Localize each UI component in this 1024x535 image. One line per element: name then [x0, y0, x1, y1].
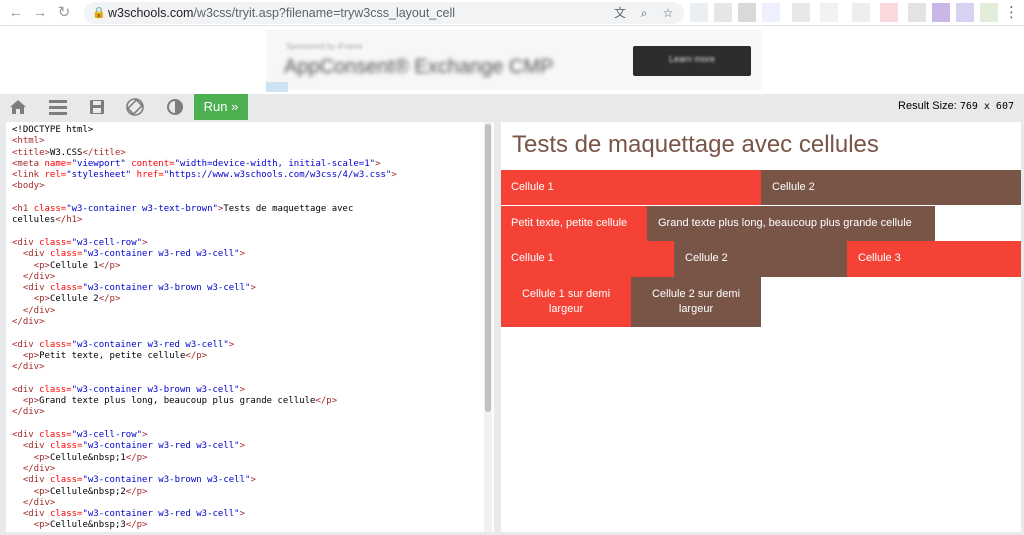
result-pane: Tests de maquettage avec cellules Cellul…: [501, 122, 1021, 532]
extension-icon[interactable]: [690, 3, 708, 22]
code-line[interactable]: </div>: [12, 464, 397, 475]
code-line[interactable]: </div>: [12, 362, 397, 373]
extension-icon[interactable]: [932, 3, 950, 22]
code-line[interactable]: <title>W3.CSS</title>: [12, 148, 397, 159]
code-line[interactable]: <div class="w3-container w3-brown w3-cel…: [12, 385, 397, 396]
extension-icon[interactable]: [908, 3, 926, 22]
extension-icon[interactable]: [714, 3, 732, 22]
ad-line-1: Sponsored by iFrame: [286, 42, 363, 51]
extension-icon[interactable]: [762, 3, 780, 22]
url-text: w3schools.com/w3css/tryit.asp?filename=t…: [108, 6, 456, 20]
large-cell: Grand texte plus long, beaucoup plus gra…: [647, 206, 935, 241]
tryit-toolbar: [0, 94, 1024, 120]
code-line[interactable]: <p>Cellule&nbsp;2</p>: [12, 487, 397, 498]
extension-icon[interactable]: [820, 3, 838, 22]
code-line[interactable]: cellules</h1>: [12, 215, 397, 226]
code-line[interactable]: <body>: [12, 181, 397, 192]
rotate-icon[interactable]: [124, 96, 146, 118]
extension-icon[interactable]: [880, 3, 898, 22]
zoom-icon[interactable]: ⌕: [636, 5, 652, 21]
extension-icon[interactable]: [738, 3, 756, 22]
back-icon[interactable]: ←: [6, 3, 26, 23]
code-line[interactable]: <p>Petit texte, petite cellule</p>: [12, 351, 397, 362]
code-line[interactable]: ​: [12, 419, 397, 430]
code-line[interactable]: <div class="w3-container w3-red w3-cell"…: [12, 340, 397, 351]
code-line[interactable]: <div class="w3-container w3-red w3-cell"…: [12, 509, 397, 520]
small-cell: Petit texte, petite cellule: [501, 206, 647, 241]
cell-row2-cell1: Cellule 1: [501, 241, 674, 277]
result-size: Result Size: 769 x 607: [898, 100, 1014, 112]
code-line[interactable]: <p>Cellule&nbsp;3</p>: [12, 520, 397, 531]
code-line[interactable]: </div>: [12, 306, 397, 317]
address-bar[interactable]: 🔒 w3schools.com/w3css/tryit.asp?filename…: [84, 2, 684, 24]
menu-icon[interactable]: [47, 96, 69, 118]
lock-icon: 🔒: [92, 7, 106, 19]
ad-banner[interactable]: Sponsored by iFrame AppConsent® Exchange…: [266, 30, 762, 90]
bookmark-star-icon[interactable]: ☆: [660, 5, 676, 21]
code-line[interactable]: <div class="w3-container w3-red w3-cell"…: [12, 441, 397, 452]
extension-icon[interactable]: [956, 3, 974, 22]
code-line[interactable]: ​: [12, 328, 397, 339]
half-cell-2: Cellule 2 sur demi largeur: [631, 277, 761, 327]
reload-icon[interactable]: ↻: [54, 3, 74, 23]
code-line[interactable]: <meta name="viewport" content="width=dev…: [12, 159, 397, 170]
forward-icon[interactable]: →: [30, 3, 50, 23]
code-line[interactable]: <h1 class="w3-container w3-text-brown">T…: [12, 204, 397, 215]
code-text[interactable]: <!DOCTYPE html> <html> <title>W3.CSS</titl…: [12, 125, 397, 532]
editor-scrollbar-thumb[interactable]: [485, 124, 491, 412]
code-line[interactable]: <p>Cellule&nbsp;1</p>: [12, 453, 397, 464]
code-line[interactable]: ​: [12, 374, 397, 385]
extension-icon[interactable]: [852, 3, 870, 22]
code-line[interactable]: <div class="w3-cell-row">: [12, 238, 397, 249]
cell-row1-cell1: Cellule 1: [501, 170, 761, 205]
code-line[interactable]: <html>: [12, 136, 397, 147]
code-line[interactable]: </div>: [12, 498, 397, 509]
code-line[interactable]: <p>Grand texte plus long, beaucoup plus …: [12, 396, 397, 407]
code-line[interactable]: </div>: [12, 407, 397, 418]
code-line[interactable]: <div class="w3-cell-row">: [12, 430, 397, 441]
run-button[interactable]: Run »: [194, 94, 248, 120]
cell-row2-cell2: Cellule 2: [674, 241, 847, 277]
home-icon[interactable]: [7, 96, 29, 118]
code-line[interactable]: <div class="w3-container w3-brown w3-cel…: [12, 283, 397, 294]
cell-row2-cell3: Cellule 3: [847, 241, 1021, 277]
cell-row1-cell2: Cellule 2: [761, 170, 1021, 205]
result-title: Tests de maquettage avec cellules: [512, 131, 879, 158]
ad-line-2: AppConsent® Exchange CMP: [284, 56, 554, 78]
code-line[interactable]: <div class="w3-container w3-brown w3-cel…: [12, 475, 397, 486]
ad-button[interactable]: Learn more: [633, 46, 751, 76]
code-editor[interactable]: <!DOCTYPE html> <html> <title>W3.CSS</titl…: [6, 122, 494, 532]
ad-choices-icon[interactable]: [266, 82, 288, 92]
translate-icon[interactable]: 文: [612, 5, 628, 21]
browser-toolbar: ← → ↻ 🔒 w3schools.com/w3css/tryit.asp?fi…: [0, 0, 1024, 26]
code-line[interactable]: <link rel="stylesheet" href="https://www…: [12, 170, 397, 181]
contrast-icon[interactable]: [164, 96, 186, 118]
browser-menu-icon[interactable]: ⋮: [1004, 3, 1019, 23]
extension-icon[interactable]: [792, 3, 810, 22]
save-icon[interactable]: [86, 96, 108, 118]
half-cell-1: Cellule 1 sur demi largeur: [501, 277, 631, 327]
code-line[interactable]: <div class="w3-container w3-red w3-cell"…: [12, 249, 397, 260]
code-line[interactable]: ​: [12, 227, 397, 238]
code-line[interactable]: </div>: [12, 272, 397, 283]
code-line[interactable]: <p>Cellule 2</p>: [12, 294, 397, 305]
code-line[interactable]: </div>: [12, 317, 397, 328]
code-line[interactable]: ​: [12, 193, 397, 204]
code-line[interactable]: <p>Cellule 1</p>: [12, 261, 397, 272]
code-line[interactable]: <!DOCTYPE html>: [12, 125, 397, 136]
extension-icon[interactable]: [980, 3, 998, 22]
